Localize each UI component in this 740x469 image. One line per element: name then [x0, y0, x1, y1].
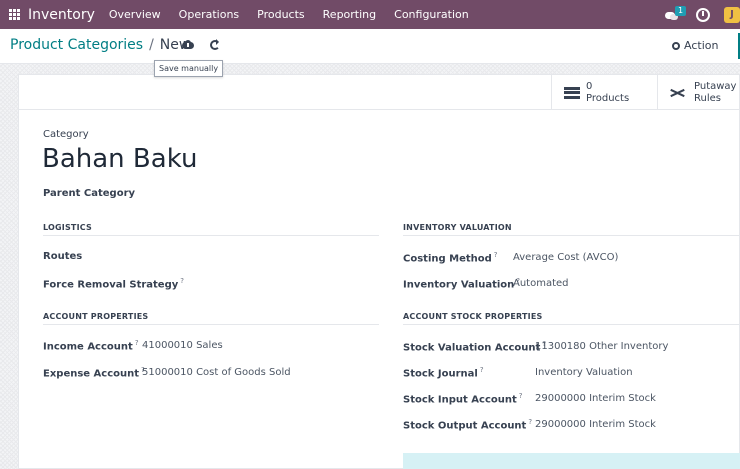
stock-input-account-text: Stock Input Account	[403, 394, 517, 406]
inventory-valuation-value[interactable]: Automated	[513, 278, 569, 289]
user-avatar[interactable]: J	[724, 6, 740, 23]
putaway-line2: Rules	[694, 92, 721, 104]
discard-icon[interactable]	[210, 39, 220, 50]
force-removal-text: Force Removal Strategy	[43, 279, 179, 291]
button-box: 0 Products Putaway Rules	[19, 75, 740, 110]
form-sheet: 0 Products Putaway Rules	[18, 74, 740, 469]
control-panel: Product Categories / New Action	[0, 29, 740, 64]
save-cloud-icon[interactable]	[182, 40, 194, 50]
menu-operations[interactable]: Operations	[179, 8, 239, 21]
stock-valuation-account-text: Stock Valuation Account	[403, 342, 541, 354]
logistics-heading: LOGISTICS	[43, 223, 92, 232]
expense-account-text: Expense Account	[43, 368, 140, 380]
stock-output-account-value[interactable]: 29000000 Interim Stock	[535, 419, 656, 430]
parent-category-label: Parent Category	[43, 188, 136, 199]
breadcrumb: Product Categories / New	[10, 37, 190, 53]
help-icon[interactable]: ?	[528, 418, 532, 426]
stock-input-account-label: Stock Input Account?	[403, 392, 523, 405]
chat-badge: 1	[675, 5, 687, 16]
menu-overview[interactable]: Overview	[109, 8, 161, 21]
account-stock-properties-divider	[403, 324, 740, 325]
shuffle-icon	[670, 87, 688, 99]
app-name[interactable]: Inventory	[28, 7, 95, 23]
account-properties-heading: ACCOUNT PROPERTIES	[43, 312, 149, 321]
products-stat-button[interactable]: 0 Products	[551, 75, 657, 110]
products-count: 0	[586, 80, 593, 92]
info-alert-block	[403, 453, 740, 469]
account-stock-properties-heading: ACCOUNT STOCK PROPERTIES	[403, 312, 543, 321]
help-icon[interactable]: ?	[135, 339, 139, 347]
putaway-line1: Putaway	[694, 80, 737, 92]
save-tooltip: Save manually	[154, 60, 224, 77]
stock-input-account-value[interactable]: 29000000 Interim Stock	[535, 393, 656, 404]
stock-output-account-text: Stock Output Account	[403, 420, 527, 432]
breadcrumb-separator: /	[149, 37, 154, 53]
chat-icon[interactable]: 1	[662, 5, 687, 25]
stock-valuation-account-label: Stock Valuation Account?	[403, 340, 546, 353]
expense-account-label: Expense Account?	[43, 366, 145, 379]
gear-icon	[672, 41, 680, 50]
stock-journal-value[interactable]: Inventory Valuation	[535, 367, 633, 378]
help-icon[interactable]: ?	[494, 251, 498, 259]
action-label: Action	[684, 39, 719, 52]
menu-products[interactable]: Products	[257, 8, 305, 21]
menu-configuration[interactable]: Configuration	[394, 8, 469, 21]
products-label: Products	[586, 92, 630, 104]
expense-account-value[interactable]: 51000010 Cost of Goods Sold	[142, 367, 291, 378]
income-account-label: Income Account?	[43, 339, 139, 352]
help-icon[interactable]: ?	[519, 392, 523, 400]
inventory-valuation-divider	[403, 235, 740, 236]
list-icon	[564, 86, 580, 99]
inventory-valuation-text: Inventory Valuation	[403, 279, 515, 291]
breadcrumb-parent-link[interactable]: Product Categories	[10, 37, 143, 53]
costing-method-value[interactable]: Average Cost (AVCO)	[513, 252, 618, 263]
category-name-input[interactable]: Bahan Baku	[42, 144, 197, 174]
top-navbar: Inventory Overview Operations Products R…	[0, 0, 740, 29]
menu-reporting[interactable]: Reporting	[323, 8, 376, 21]
logistics-divider	[43, 235, 379, 236]
activity-clock-icon[interactable]	[696, 7, 710, 22]
force-removal-label: Force Removal Strategy?	[43, 277, 184, 290]
stock-journal-label: Stock Journal?	[403, 366, 484, 379]
routes-label: Routes	[43, 251, 83, 262]
help-icon[interactable]: ?	[480, 366, 484, 374]
help-icon[interactable]: ?	[180, 277, 184, 285]
income-account-value[interactable]: 41000010 Sales	[142, 340, 223, 351]
stock-valuation-account-value[interactable]: 11300180 Other Inventory	[535, 341, 668, 352]
category-label: Category	[43, 129, 89, 140]
main-menu: Overview Operations Products Reporting C…	[109, 8, 487, 21]
putaway-rules-stat-button[interactable]: Putaway Rules	[657, 75, 740, 110]
costing-method-label: Costing Method?	[403, 251, 498, 264]
apps-menu-icon[interactable]	[0, 0, 28, 29]
income-account-text: Income Account	[43, 341, 133, 353]
account-properties-divider	[43, 324, 379, 325]
inventory-valuation-label: Inventory Valuation?	[403, 277, 520, 290]
stock-output-account-label: Stock Output Account?	[403, 418, 532, 431]
action-button[interactable]: Action	[672, 39, 718, 52]
costing-method-text: Costing Method	[403, 253, 492, 265]
stock-journal-text: Stock Journal	[403, 368, 478, 380]
inventory-valuation-heading: INVENTORY VALUATION	[403, 223, 512, 232]
